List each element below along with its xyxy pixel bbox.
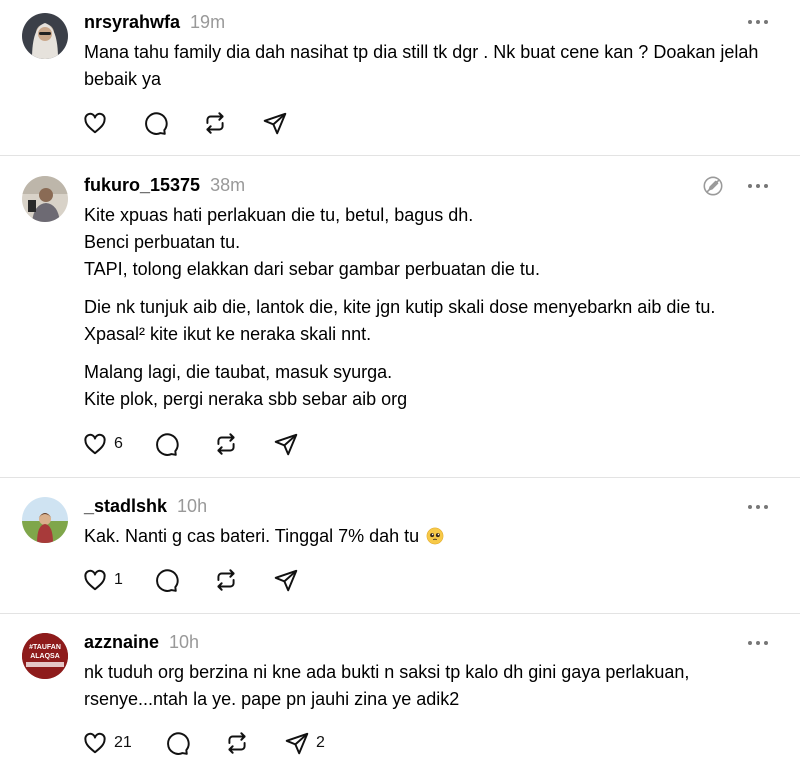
paragraph: Kite xpuas hati perlakuan die tu, betul,…	[84, 202, 784, 283]
repost-icon	[217, 569, 235, 591]
like-count: 21	[114, 734, 132, 751]
username[interactable]: azznaine	[84, 632, 159, 653]
share-send-icon	[274, 569, 298, 592]
username[interactable]: nrsyrahwfa	[84, 12, 180, 33]
heart-icon	[84, 112, 106, 134]
post-line: rsenye...ntah la ye. pape pn jauhi zina …	[84, 689, 460, 709]
comment-bubble-icon	[167, 732, 190, 755]
username[interactable]: _stadlshk	[84, 496, 167, 517]
paragraph: Die nk tunjuk aib die, lantok die, kite …	[84, 294, 784, 348]
avatar[interactable]: #TAUFAN ALAQSA	[22, 633, 68, 679]
like-button[interactable]: 6	[82, 431, 153, 457]
username[interactable]: fukuro_15375	[84, 175, 200, 196]
action-bar: 21 2	[82, 730, 354, 756]
avatar-logo-text: #TAUFAN	[29, 644, 61, 651]
post-line: Kite xpuas hati perlakuan die tu, betul,…	[84, 205, 474, 225]
paragraph: nk tuduh org berzina ni kne ada bukti n …	[84, 659, 784, 713]
repost-button[interactable]	[202, 110, 262, 136]
reply-button[interactable]	[142, 110, 202, 136]
avatar[interactable]	[22, 497, 68, 543]
timestamp: 38m	[210, 175, 246, 195]
repost-button[interactable]	[213, 431, 273, 457]
share-count: 2	[316, 734, 325, 751]
like-count: 6	[114, 435, 123, 452]
share-send-icon	[263, 112, 287, 135]
like-count: 1	[114, 571, 123, 588]
action-bar: 1	[82, 567, 333, 593]
avatar[interactable]	[22, 13, 68, 59]
post-text-content: Kak. Nanti g cas bateri. Tinggal 7% dah …	[84, 526, 420, 546]
avatar[interactable]	[22, 176, 68, 222]
post-text: nk tuduh org berzina ni kne ada bukti n …	[84, 659, 784, 723]
heart-icon	[84, 433, 106, 455]
like-button[interactable]: 21	[82, 730, 164, 756]
action-bar: 6	[82, 431, 333, 457]
post-line: Xpasal² kite ikut ke neraka skali nnt.	[84, 324, 372, 344]
share-button[interactable]	[273, 431, 333, 457]
share-send-icon	[285, 732, 309, 755]
post-line: Kite plok, pergi neraka sbb sebar aib or…	[84, 389, 408, 409]
share-send-icon	[274, 433, 298, 456]
post-text: Kak. Nanti g cas bateri. Tinggal 7% dah …	[84, 523, 784, 560]
timestamp: 19m	[190, 12, 226, 32]
repost-icon	[206, 112, 224, 134]
comment-bubble-icon	[145, 112, 168, 135]
comment-bubble-icon	[156, 433, 179, 456]
more-dots-icon[interactable]	[748, 503, 770, 511]
divider	[0, 613, 800, 614]
paragraph: Malang lagi, die taubat, masuk syurga. K…	[84, 359, 784, 413]
more-dots-icon[interactable]	[748, 639, 770, 647]
repost-icon	[228, 732, 246, 754]
post-header: fukuro_15375 38m	[84, 175, 245, 196]
repost-button[interactable]	[213, 567, 273, 593]
post-line: TAPI, tolong elakkan dari sebar gambar p…	[84, 259, 540, 279]
timestamp: 10h	[169, 632, 200, 652]
heart-icon	[84, 732, 106, 754]
post-line: Malang lagi, die taubat, masuk syurga.	[84, 362, 393, 382]
post-header: _stadlshk 10h	[84, 496, 207, 517]
post-line: Benci perbuatan tu.	[84, 232, 241, 252]
action-bar	[82, 110, 322, 136]
reply-button[interactable]	[153, 431, 213, 457]
post-line: Mana tahu family dia dah nasihat tp dia …	[84, 42, 759, 89]
share-button[interactable]	[273, 567, 333, 593]
share-button[interactable]	[262, 110, 322, 136]
reply-button[interactable]	[164, 730, 224, 756]
more-dots-icon[interactable]	[748, 182, 770, 190]
like-button[interactable]: 1	[82, 567, 153, 593]
like-button[interactable]	[82, 110, 142, 136]
repost-icon	[217, 433, 235, 455]
post-line: Kak. Nanti g cas bateri. Tinggal 7% dah …	[84, 523, 784, 550]
post-text: Kite xpuas hati perlakuan die tu, betul,…	[84, 202, 784, 423]
post-line: nk tuduh org berzina ni kne ada bukti n …	[84, 662, 690, 682]
post-line: Die nk tunjuk aib die, lantok die, kite …	[84, 297, 716, 317]
reply-feed: nrsyrahwfa 19m Mana tahu family dia dah …	[0, 0, 800, 772]
comment-bubble-icon	[156, 569, 179, 592]
timestamp: 10h	[177, 496, 208, 516]
more-dots-icon[interactable]	[748, 18, 770, 26]
repost-button[interactable]	[224, 730, 284, 756]
heart-icon	[84, 569, 106, 591]
pleading-face-emoji	[426, 527, 444, 545]
divider	[0, 155, 800, 156]
post-header: azznaine 10h	[84, 632, 199, 653]
post-header: nrsyrahwfa 19m	[84, 12, 225, 33]
share-button[interactable]: 2	[284, 730, 354, 756]
no-edit-pencil-icon	[703, 176, 723, 196]
divider	[0, 477, 800, 478]
avatar-logo-text: ALAQSA	[30, 653, 60, 660]
reply-button[interactable]	[153, 567, 213, 593]
post-text: Mana tahu family dia dah nasihat tp dia …	[84, 39, 784, 103]
